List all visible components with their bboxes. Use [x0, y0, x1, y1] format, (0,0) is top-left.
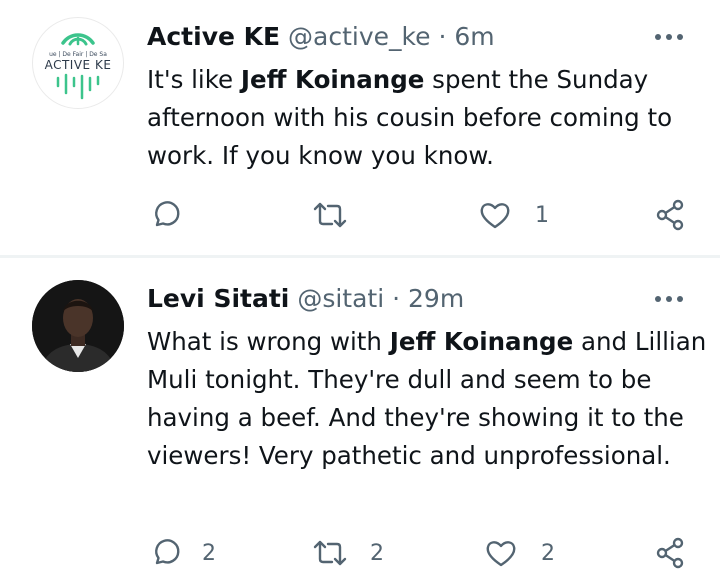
like-count: 2	[541, 541, 555, 566]
tweet-active-ke[interactable]: ue | De Fair | De Sa ACTIVE KE Active KE…	[0, 0, 720, 255]
separator: ·	[438, 22, 447, 51]
like-icon	[486, 541, 516, 567]
text-segment: What is wrong with	[147, 327, 390, 356]
tweet-header: Active KE @active_ke · 6m	[147, 20, 495, 54]
like-icon	[480, 203, 510, 229]
avatar-brand: ACTIVE KE	[45, 58, 112, 72]
avatar-tagline: ue | De Fair | De Sa	[49, 51, 107, 58]
share-icon	[656, 537, 684, 569]
mention-text: Jeff Koinange	[389, 327, 574, 356]
retweet-button[interactable]	[312, 200, 360, 230]
active-ke-logo: ue | De Fair | De Sa ACTIVE KE	[45, 33, 112, 100]
text-segment: It's like	[147, 65, 241, 94]
like-button[interactable]: 1	[479, 201, 549, 230]
reply-icon	[155, 539, 180, 565]
avatar[interactable]	[32, 280, 124, 372]
display-name[interactable]: Active KE	[147, 22, 280, 51]
handle[interactable]: @sitati	[297, 284, 384, 313]
timestamp[interactable]: 6m	[454, 22, 494, 51]
share-button[interactable]	[654, 537, 686, 569]
more-icon[interactable]	[654, 31, 684, 43]
tweet-text: It's like Jeff Koinange spent the Sunday…	[147, 61, 707, 175]
tweet-levi-sitati[interactable]: Levi Sitati @sitati · 29m What is wrong …	[0, 258, 720, 569]
timestamp[interactable]: 29m	[408, 284, 464, 313]
mention-text: Jeff Koinange	[240, 65, 425, 94]
retweet-icon	[313, 202, 347, 228]
retweet-count: 2	[370, 540, 384, 566]
retweet-button[interactable]: 2	[312, 538, 384, 568]
tweet-text: What is wrong with Jeff Koinange and Lil…	[147, 323, 707, 475]
avatar[interactable]: ue | De Fair | De Sa ACTIVE KE	[32, 17, 124, 109]
share-button[interactable]	[654, 199, 686, 231]
reply-button[interactable]	[148, 199, 192, 231]
share-icon	[656, 199, 684, 231]
like-count: 1	[535, 203, 549, 228]
reply-button[interactable]: 2	[148, 537, 216, 569]
profile-photo	[32, 280, 124, 372]
tweet-header: Levi Sitati @sitati · 29m	[147, 282, 464, 316]
separator: ·	[392, 284, 401, 313]
reply-icon	[155, 201, 180, 227]
retweet-icon	[313, 540, 347, 566]
display-name[interactable]: Levi Sitati	[147, 284, 289, 313]
handle[interactable]: @active_ke	[288, 22, 430, 51]
more-icon[interactable]	[654, 293, 684, 305]
reply-count: 2	[202, 540, 216, 566]
like-button[interactable]: 2	[485, 539, 555, 568]
